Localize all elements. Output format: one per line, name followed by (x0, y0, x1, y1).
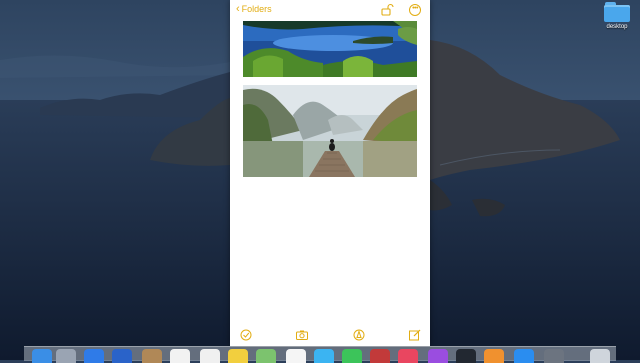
trash-icon[interactable] (590, 349, 610, 363)
calendar-icon[interactable] (170, 349, 190, 363)
safari-icon[interactable] (84, 349, 104, 363)
mail-icon[interactable] (112, 349, 132, 363)
books-icon[interactable] (484, 349, 504, 363)
photo-booth-icon[interactable] (370, 349, 390, 363)
desktop-folder-label: desktop (606, 24, 628, 30)
contacts-icon[interactable] (142, 349, 162, 363)
chevron-left-icon: ‹ (236, 3, 240, 15)
checklist-icon[interactable] (239, 328, 253, 342)
desktop-folder[interactable]: desktop (598, 2, 636, 30)
dock (24, 346, 616, 363)
back-label: Folders (241, 4, 272, 14)
finder-icon[interactable] (32, 349, 52, 363)
tv-icon[interactable] (456, 349, 476, 363)
notes-icon[interactable] (228, 349, 248, 363)
folder-icon (604, 2, 630, 22)
notes-window: ‹ Folders ••• (230, 0, 430, 346)
share-lock-icon[interactable] (380, 3, 394, 17)
app-store-icon[interactable] (514, 349, 534, 363)
system-preferences-icon[interactable] (544, 349, 564, 363)
markup-pen-icon[interactable] (352, 328, 366, 342)
podcasts-icon[interactable] (428, 349, 448, 363)
launchpad-icon[interactable] (56, 349, 76, 363)
notes-bottom-toolbar (230, 326, 430, 346)
camera-icon[interactable] (295, 328, 309, 342)
mountain-lake-dock-photo[interactable] (243, 85, 417, 177)
music-icon[interactable] (398, 349, 418, 363)
facetime-icon[interactable] (342, 349, 362, 363)
compose-icon[interactable] (408, 328, 422, 342)
lake-with-island-photo[interactable] (243, 21, 417, 77)
maps-icon[interactable] (256, 349, 276, 363)
photos-icon[interactable] (286, 349, 306, 363)
notes-top-toolbar: ‹ Folders ••• (230, 0, 430, 22)
back-to-folders-button[interactable]: ‹ Folders (236, 3, 272, 15)
more-options-icon[interactable]: ••• (409, 4, 421, 16)
reminders-icon[interactable] (200, 349, 220, 363)
messages-icon[interactable] (314, 349, 334, 363)
